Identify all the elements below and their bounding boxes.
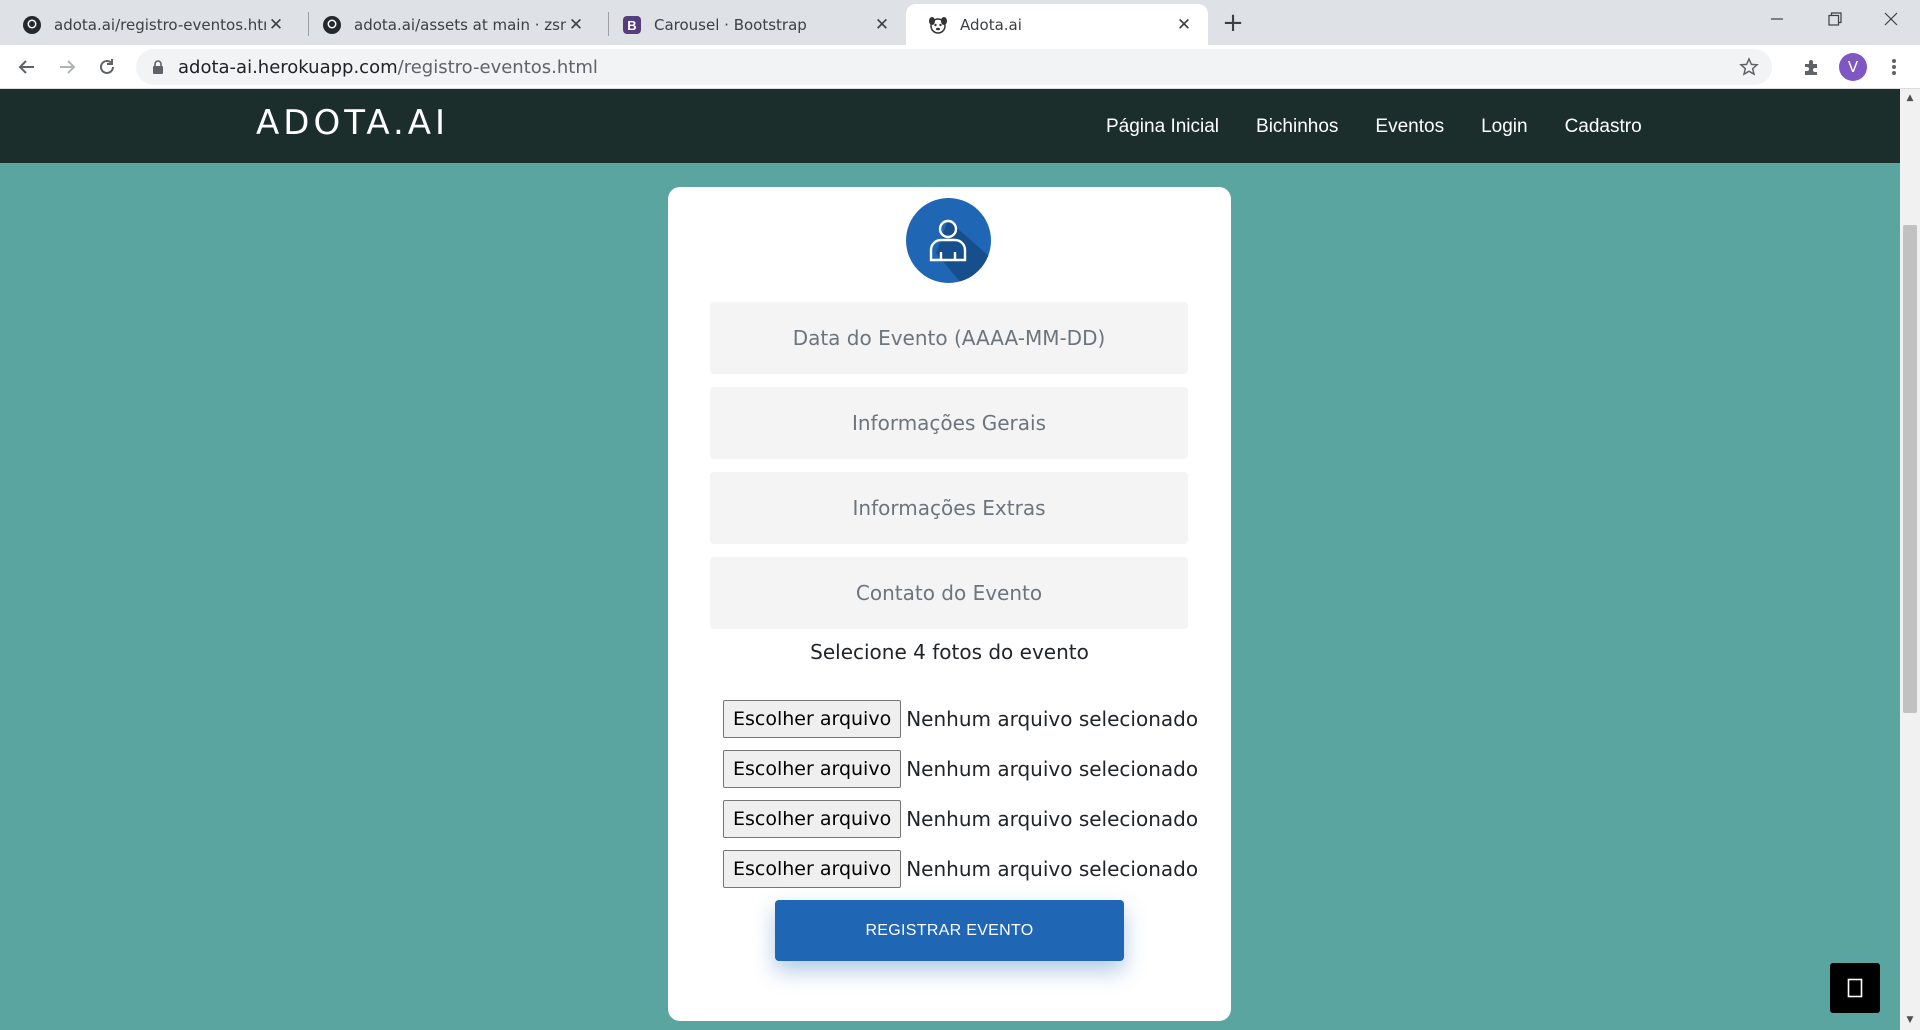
extra-info-field[interactable]: Informações Extras [710,472,1188,544]
general-info-field[interactable]: Informações Gerais [710,387,1188,459]
browser-menu-icon[interactable] [1878,51,1910,83]
nav-links: Página Inicial Bichinhos Eventos Login C… [1106,116,1679,138]
browser-tab[interactable]: adota.ai/registro-eventos.html at ✕ [0,4,300,45]
bookmark-star-icon[interactable] [1738,56,1760,78]
tab-title: adota.ai/registro-eventos.html at [54,15,266,34]
svg-text:B: B [627,18,636,33]
event-registration-card: Data do Evento (AAAA-MM-DD) Informações … [668,187,1231,1021]
nav-link-login[interactable]: Login [1481,116,1528,138]
scroll-down-arrow-icon[interactable]: ▼ [1905,1015,1915,1025]
site-brand[interactable]: ADOTA.AI [256,103,449,143]
dog-icon [928,15,948,35]
close-tab-icon[interactable]: ✕ [1174,15,1194,35]
bootstrap-icon: B [622,15,642,35]
file-input-4: Escolher arquivo Nenhum arquivo selecion… [723,850,1198,888]
file-status: Nenhum arquivo selecionado [906,707,1199,731]
tab-title: adota.ai/assets at main · zsmn/ac [354,15,566,34]
profile-avatar[interactable]: V [1839,53,1867,81]
github-icon [322,15,342,35]
close-tab-icon[interactable]: ✕ [872,15,892,35]
github-icon [22,15,42,35]
browser-tab-strip: adota.ai/registro-eventos.html at ✕ adot… [0,0,1920,45]
nav-link-bichinhos[interactable]: Bichinhos [1256,116,1338,138]
browser-toolbar: adota-ai.herokuapp.com/registro-eventos.… [0,45,1920,89]
photos-label: Selecione 4 fotos do evento [810,640,1089,664]
forward-icon[interactable] [51,51,83,83]
browser-tab[interactable]: adota.ai/assets at main · zsmn/ac ✕ [300,4,600,45]
browser-tab-active[interactable]: Adota.ai ✕ [906,4,1208,45]
lock-icon[interactable] [150,59,166,75]
choose-file-button[interactable]: Escolher arquivo [723,700,902,738]
browser-tab[interactable]: B Carousel · Bootstrap ✕ [600,4,906,45]
choose-file-button[interactable]: Escolher arquivo [723,800,902,838]
scroll-up-arrow-icon[interactable]: ▲ [1905,93,1915,103]
file-input-3: Escolher arquivo Nenhum arquivo selecion… [723,800,1198,838]
url-text[interactable]: adota-ai.herokuapp.com/registro-eventos.… [178,57,598,78]
address-bar[interactable]: adota-ai.herokuapp.com/registro-eventos.… [136,49,1772,85]
event-date-field[interactable]: Data do Evento (AAAA-MM-DD) [710,302,1188,374]
scrollbar-thumb[interactable] [1903,225,1917,713]
close-window-icon[interactable] [1862,0,1920,38]
minimize-icon[interactable] [1748,0,1806,38]
tab-title: Adota.ai [960,15,1022,34]
back-icon[interactable] [11,51,43,83]
file-status: Nenhum arquivo selecionado [906,757,1199,781]
new-tab-button[interactable]: + [1218,8,1248,38]
nav-link-pagina-inicial[interactable]: Página Inicial [1106,116,1219,138]
close-tab-icon[interactable]: ✕ [266,15,286,35]
register-event-button[interactable]: REGISTRAR EVENTO [775,900,1124,961]
page-scrollbar[interactable]: ▲ ▼ [1900,89,1920,1030]
close-tab-icon[interactable]: ✕ [566,15,586,35]
tab-title: Carousel · Bootstrap [654,15,807,34]
file-status: Nenhum arquivo selecionado [906,857,1199,881]
page-viewport: ADOTA.AI Página Inicial Bichinhos Evento… [0,89,1900,1030]
floating-action-button[interactable] [1830,963,1880,1013]
event-contact-field[interactable]: Contato do Evento [710,557,1188,629]
user-avatar-icon [906,198,991,283]
choose-file-button[interactable]: Escolher arquivo [723,750,902,788]
reload-icon[interactable] [91,51,123,83]
nav-link-cadastro[interactable]: Cadastro [1565,116,1642,138]
file-input-2: Escolher arquivo Nenhum arquivo selecion… [723,750,1198,788]
url-path: /registro-eventos.html [397,56,598,78]
nav-link-eventos[interactable]: Eventos [1375,116,1444,138]
restore-icon[interactable] [1806,0,1864,38]
extensions-puzzle-icon[interactable] [1796,51,1828,83]
url-host: adota-ai.herokuapp.com [178,56,398,78]
site-navbar: ADOTA.AI Página Inicial Bichinhos Evento… [0,89,1900,163]
file-input-1: Escolher arquivo Nenhum arquivo selecion… [723,700,1198,738]
choose-file-button[interactable]: Escolher arquivo [723,850,902,888]
file-status: Nenhum arquivo selecionado [906,807,1199,831]
